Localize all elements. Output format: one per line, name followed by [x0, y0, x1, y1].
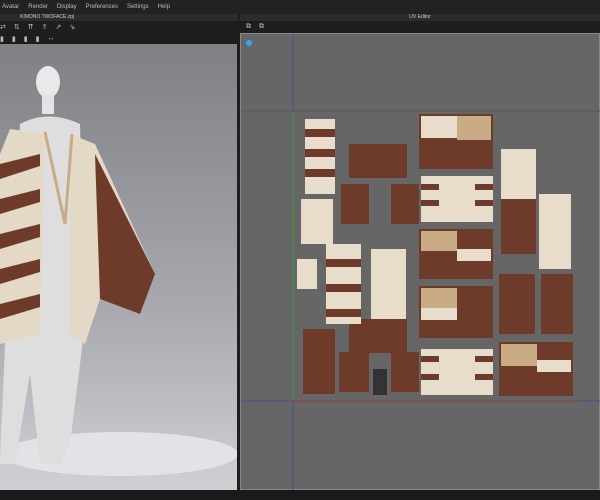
- tool-icon[interactable]: ⇈: [28, 23, 34, 31]
- tool-icon[interactable]: ⇅: [14, 23, 20, 31]
- light-indicator: [246, 40, 252, 46]
- menu-display[interactable]: Display: [57, 4, 77, 10]
- tool-icon[interactable]: ▮: [12, 35, 16, 43]
- toolbar-uv: ⧉ ⧉: [246, 23, 264, 31]
- tool-icon[interactable]: ↔: [47, 35, 54, 43]
- tool-icon[interactable]: ⇑: [42, 23, 48, 31]
- menu-bar: Avatar Render Display Preferences Settin…: [0, 0, 600, 14]
- tool-icon[interactable]: ▮: [0, 35, 4, 43]
- 3d-window-title: KIMONO TWOFACE.zpj: [0, 14, 238, 21]
- menu-render[interactable]: Render: [28, 4, 48, 10]
- tool-icon[interactable]: ▮: [24, 35, 28, 43]
- menu-avatar[interactable]: Avatar: [2, 4, 19, 10]
- menu-help[interactable]: Help: [158, 4, 170, 10]
- uv-pieces: [297, 114, 573, 396]
- kimono-sleeve: [95, 154, 155, 314]
- 3d-viewport[interactable]: [0, 44, 237, 490]
- toolbar-3d-row1: ⇄ ⇅ ⇈ ⇑ ⇗ ⇘: [0, 23, 75, 31]
- menu-settings[interactable]: Settings: [127, 4, 149, 10]
- uv-tool-icon[interactable]: ⧉: [246, 23, 251, 31]
- uv-editor-canvas[interactable]: [240, 33, 600, 491]
- toolbar-3d-row2: ▮ ▮ ▮ ▮ ↔: [0, 35, 54, 43]
- menu-preferences[interactable]: Preferences: [86, 4, 118, 10]
- tool-icon[interactable]: ⇘: [69, 23, 75, 31]
- tool-icon[interactable]: ⇄: [0, 23, 6, 31]
- uv-tool-icon[interactable]: ⧉: [259, 23, 264, 31]
- avatar-with-kimono: [0, 66, 237, 476]
- uv-layout: [241, 34, 600, 491]
- tool-icon[interactable]: ⇗: [56, 23, 62, 31]
- status-bar: [0, 490, 600, 500]
- avatar-head: [36, 66, 60, 98]
- uv-editor-title: UV Editor: [240, 14, 600, 21]
- tool-icon[interactable]: ▮: [36, 35, 40, 43]
